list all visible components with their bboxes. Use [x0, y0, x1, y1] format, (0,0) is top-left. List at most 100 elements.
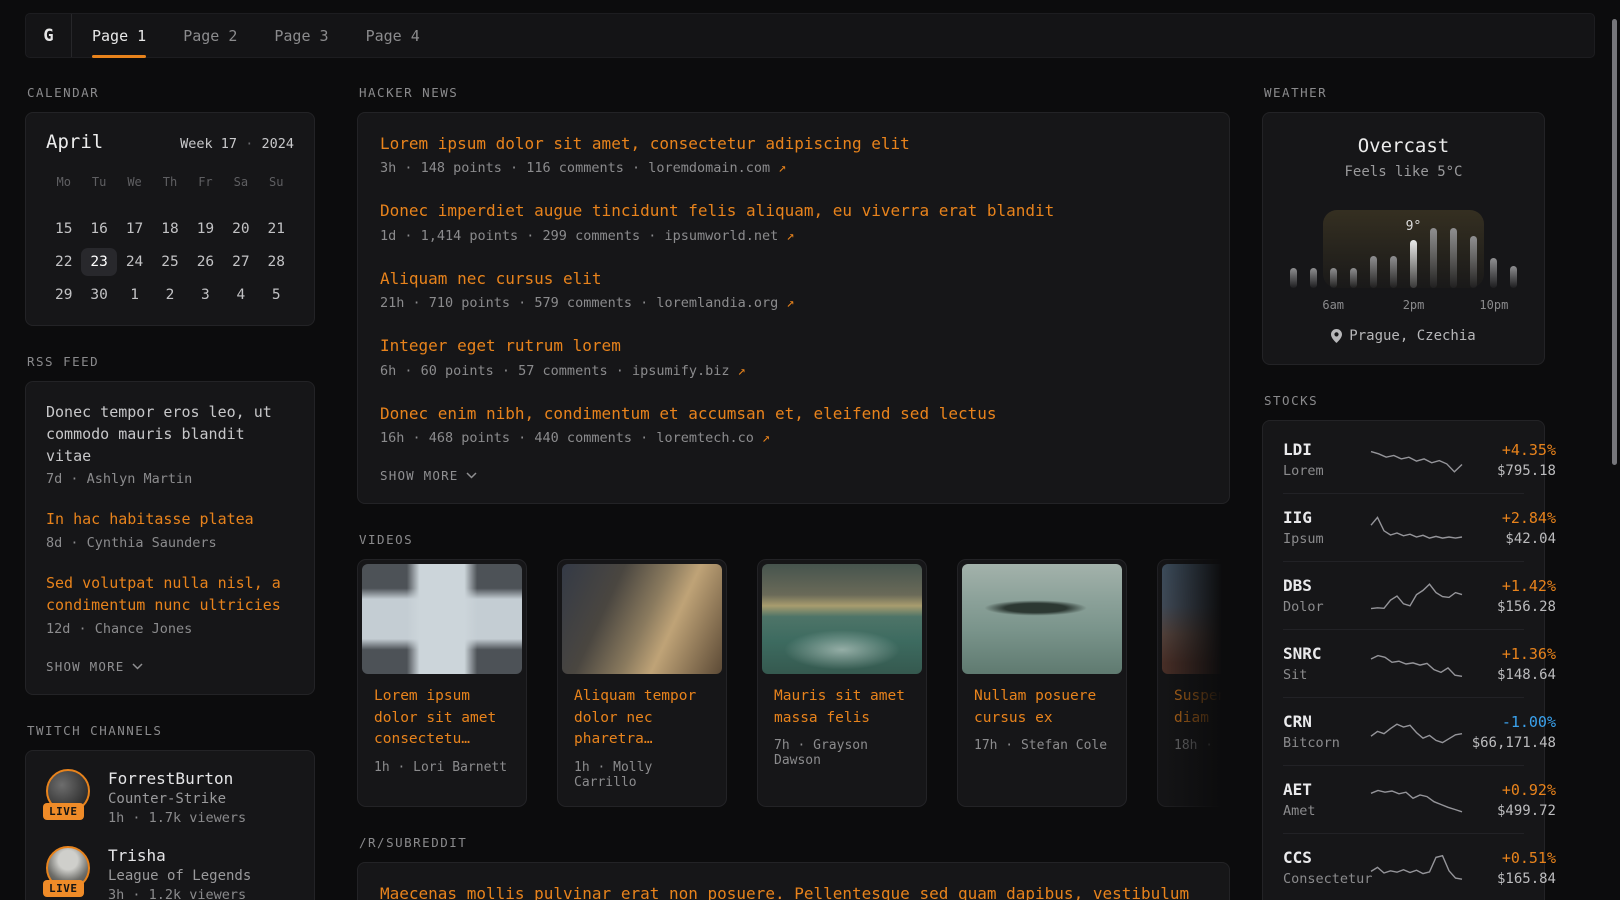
live-badge: LIVE [43, 880, 84, 897]
rss-show-more-button[interactable]: SHOW MORE [46, 659, 143, 674]
stock-sparkline [1369, 851, 1464, 885]
rss-item-meta: 8d · Cynthia Saunders [46, 535, 294, 551]
weather-hour-column [1343, 194, 1363, 288]
page-tab[interactable]: Page 3 [274, 14, 328, 57]
video-card[interactable]: Mauris sit amet massa felis 7h · Grayson… [757, 559, 927, 807]
page-tab[interactable]: Page 4 [366, 14, 420, 57]
weather-temp-label: 9° [1406, 219, 1422, 237]
hn-item-title[interactable]: Lorem ipsum dolor sit amet, consectetur … [380, 133, 1207, 155]
rss-item-title[interactable]: Donec tempor eros leo, ut commodo mauris… [46, 402, 294, 467]
twitch-channel-row[interactable]: LIVE ForrestBurton Counter-Strike 1h · 1… [46, 769, 294, 826]
calendar-day: 2 [152, 281, 187, 309]
rss-section: RSS FEED Donec tempor eros leo, ut commo… [25, 354, 315, 695]
weather-hour-column [1283, 194, 1303, 288]
calendar-day: 19 [188, 215, 223, 243]
hn-item: Donec enim nibh, condimentum et accumsan… [380, 403, 1207, 446]
weather-bar [1430, 228, 1437, 288]
weather-bar [1490, 258, 1497, 288]
calendar-day: 15 [46, 215, 81, 243]
rss-item-meta: 7d · Ashlyn Martin [46, 471, 294, 487]
external-link-icon: ↗ [786, 228, 794, 244]
page-scrollbar-thumb[interactable] [1612, 19, 1617, 465]
stock-ticker: LDI [1283, 440, 1369, 459]
calendar-day: 29 [46, 281, 81, 309]
hn-item-title[interactable]: Integer eget rutrum lorem [380, 335, 1207, 357]
calendar-widget: April Week 17 · 2024 MoTuWeThFrSaSu 1516… [25, 112, 315, 326]
video-card[interactable]: Lorem ipsum dolor sit amet consectetu… 1… [357, 559, 527, 807]
video-thumbnail [562, 564, 722, 674]
weather-location: Prague, Czechia [1283, 328, 1524, 344]
video-title[interactable]: Suspendisse diam [1174, 686, 1230, 730]
weather-widget: Overcast Feels like 5°C [1262, 112, 1545, 365]
hn-show-more-button[interactable]: SHOW MORE [380, 468, 477, 483]
calendar-section: CALENDAR April Week 17 · 2024 MoTuWeThFr… [25, 85, 315, 326]
video-thumbnail [962, 564, 1122, 674]
video-title[interactable]: Lorem ipsum dolor sit amet consectetu… [374, 686, 510, 751]
left-column: CALENDAR April Week 17 · 2024 MoTuWeThFr… [25, 85, 315, 900]
video-card[interactable]: Suspendisse diam 18h · Tara [1157, 559, 1230, 807]
calendar-month: April [46, 131, 103, 153]
video-meta: 17h · Stefan Cole [974, 738, 1110, 753]
stock-change-percent: +4.35% [1464, 441, 1556, 459]
hn-item: Donec imperdiet augue tincidunt felis al… [380, 200, 1207, 243]
calendar-day: 18 [152, 215, 187, 243]
calendar-day: 25 [152, 248, 187, 276]
chevron-down-icon [132, 663, 143, 670]
stock-row[interactable]: DBS Dolor +1.42% $156.28 [1283, 561, 1524, 629]
stock-row[interactable]: CCS Consectetur +0.51% $165.84 [1283, 833, 1524, 900]
rss-item-title[interactable]: Sed volutpat nulla nisl, a condimentum n… [46, 573, 294, 617]
section-label-calendar: CALENDAR [27, 85, 315, 100]
twitch-channel-viewers: 3h · 1.2k viewers [108, 887, 251, 900]
stock-row[interactable]: AET Amet +0.92% $499.72 [1283, 765, 1524, 833]
page-tab[interactable]: Page 2 [183, 14, 237, 57]
stocks-section: STOCKS LDI Lorem +4.35% [1262, 393, 1545, 900]
calendar-day: 27 [223, 248, 258, 276]
weather-hour-column [1363, 194, 1383, 288]
stock-sparkline [1369, 783, 1464, 817]
video-meta: 18h · Tara [1174, 738, 1230, 753]
app-logo[interactable]: G [26, 14, 72, 57]
section-label-videos: VIDEOS [359, 532, 1230, 547]
weather-hour-column [1464, 194, 1484, 288]
hn-item-title[interactable]: Donec imperdiet augue tincidunt felis al… [380, 200, 1207, 222]
video-meta: 1h · Molly Carrillo [574, 760, 710, 790]
video-card[interactable]: Nullam posuere cursus ex 17h · Stefan Co… [957, 559, 1127, 807]
calendar-grid: 1516171819202122232425262728293012345 [46, 215, 294, 309]
stock-sparkline [1369, 647, 1464, 681]
stock-name: Sit [1283, 667, 1369, 683]
stock-ticker: AET [1283, 780, 1369, 799]
stock-name: Dolor [1283, 599, 1369, 615]
page-tab[interactable]: Page 1 [92, 14, 146, 57]
hn-item-title[interactable]: Aliquam nec cursus elit [380, 268, 1207, 290]
stock-row[interactable]: SNRC Sit +1.36% $148.64 [1283, 629, 1524, 697]
video-meta: 1h · Lori Barnett [374, 760, 510, 775]
calendar-day: 3 [188, 281, 223, 309]
stock-row[interactable]: LDI Lorem +4.35% $795.18 [1283, 426, 1524, 493]
stock-price: $156.28 [1464, 599, 1556, 615]
twitch-channel-name: Trisha [108, 846, 251, 865]
weather-bar [1510, 266, 1517, 288]
weather-hourly-chart: 9° [1283, 194, 1524, 312]
video-title[interactable]: Aliquam tempor dolor nec pharetra… [574, 686, 710, 751]
weather-hour-column [1303, 194, 1323, 288]
calendar-dow-row: MoTuWeThFrSaSu [46, 171, 294, 197]
hn-item-title[interactable]: Donec enim nibh, condimentum et accumsan… [380, 403, 1207, 425]
stock-row[interactable]: IIG Ipsum +2.84% $42.04 [1283, 493, 1524, 561]
reddit-post-title[interactable]: Maecenas mollis pulvinar erat non posuer… [380, 883, 1207, 900]
location-pin-icon [1331, 329, 1342, 343]
video-title[interactable]: Nullam posuere cursus ex [974, 686, 1110, 730]
hacker-news-widget: Lorem ipsum dolor sit amet, consectetur … [357, 112, 1230, 504]
rss-item-title[interactable]: In hac habitasse platea [46, 509, 294, 531]
calendar-dow: Mo [46, 171, 81, 197]
section-label-twitch: TWITCH CHANNELS [27, 723, 315, 738]
weather-time-label: 6am [1322, 298, 1344, 312]
video-thumbnail [762, 564, 922, 674]
reddit-post: Maecenas mollis pulvinar erat non posuer… [380, 883, 1207, 900]
video-card[interactable]: Aliquam tempor dolor nec pharetra… 1h · … [557, 559, 727, 807]
video-title[interactable]: Mauris sit amet massa felis [774, 686, 910, 730]
video-meta: 7h · Grayson Dawson [774, 738, 910, 768]
stock-row[interactable]: CRN Bitcorn -1.00% $66,171.48 [1283, 697, 1524, 765]
twitch-channel-row[interactable]: LIVE Trisha League of Legends 3h · 1.2k … [46, 846, 294, 900]
calendar-day: 21 [259, 215, 294, 243]
calendar-dow: Fr [188, 171, 223, 197]
